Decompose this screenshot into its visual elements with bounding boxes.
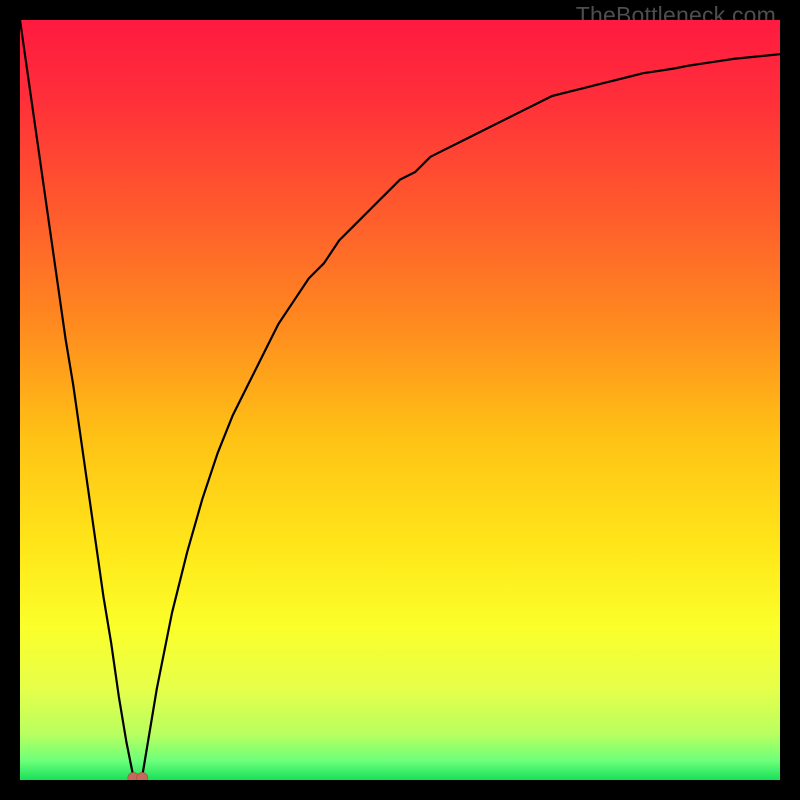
chart-background xyxy=(20,20,780,780)
bottleneck-chart xyxy=(20,20,780,780)
chart-frame xyxy=(20,20,780,780)
